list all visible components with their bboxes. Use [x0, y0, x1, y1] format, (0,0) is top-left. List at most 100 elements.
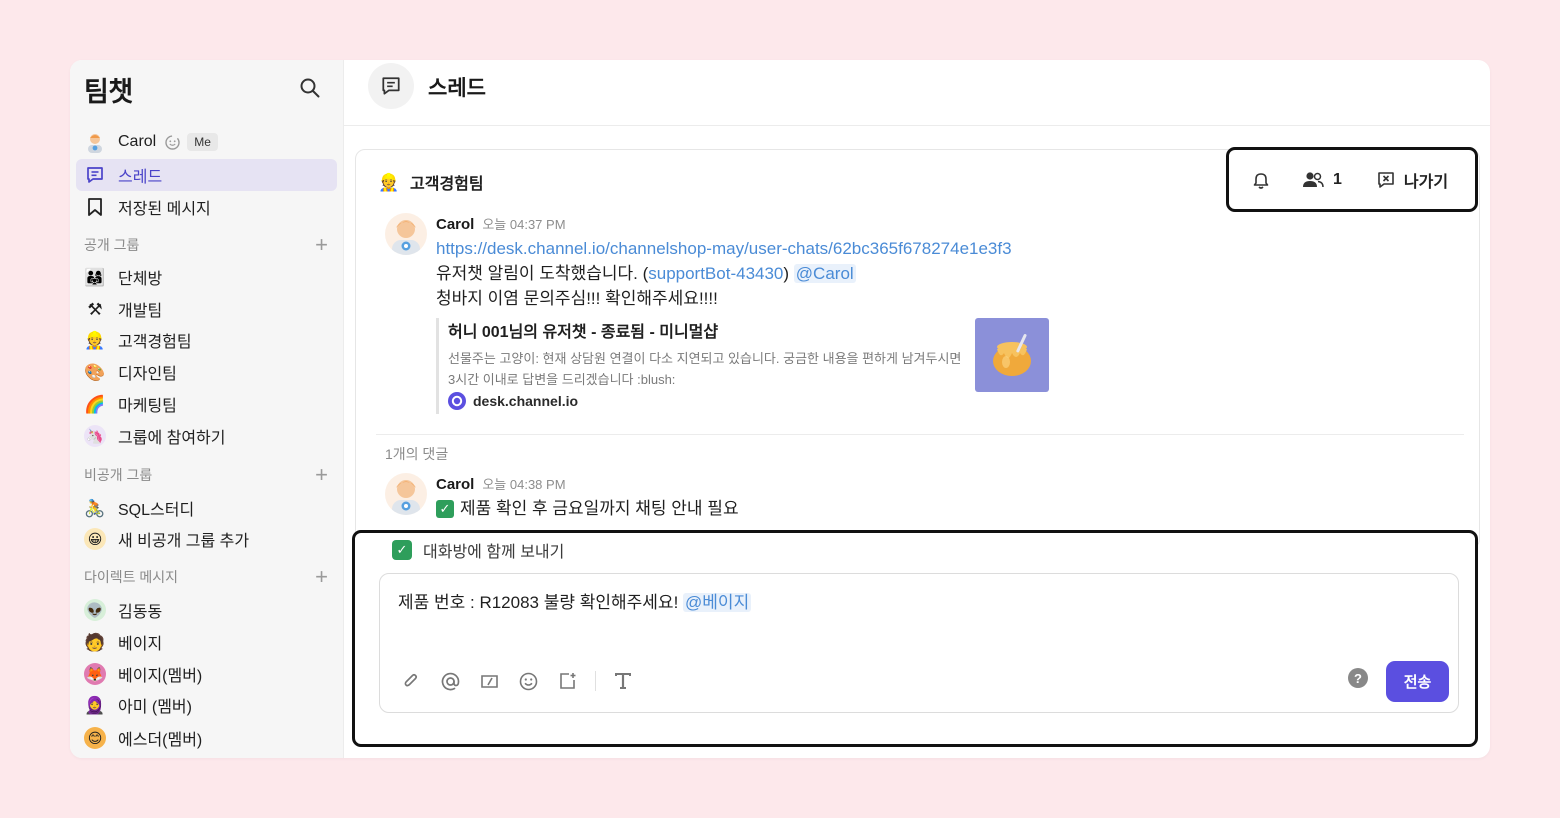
message-input-text[interactable]: 제품 번호 : R12083 불량 확인해주세요! @베이지 — [398, 588, 752, 613]
composer-toolbar — [400, 670, 651, 692]
sidebar-item-saved[interactable]: 저장된 메시지 — [76, 191, 337, 223]
sidebar-item-label: Carol — [118, 133, 157, 150]
link-preview[interactable]: 허니 001님의 유저챗 - 종료됨 - 미니멀샵 선물주는 고양이: 현재 상… — [436, 318, 1056, 414]
sidebar-item-thread[interactable]: 스레드 — [76, 159, 337, 191]
shortcut-icon[interactable] — [478, 670, 500, 692]
input-text: 제품 번호 : R12083 불량 확인해주세요! — [398, 593, 679, 612]
message-body-line: 유저챗 알림이 도착했습니다. (supportBot-43430) @Caro… — [436, 261, 856, 286]
add-private-group-icon[interactable]: + — [315, 464, 328, 486]
sidebar-item-dm[interactable]: 😊 에스더(멤버) — [76, 722, 337, 754]
also-send-label: 대화방에 함께 보내기 — [423, 544, 565, 561]
hammer-pick-icon: ⚒ — [87, 299, 103, 319]
alien-icon: 👽 — [84, 599, 106, 621]
thread-actions: 1 나가기 — [1226, 147, 1478, 212]
blush-icon: 😊 — [84, 727, 106, 749]
sidebar-item-label: 고객경험팀 — [118, 334, 192, 351]
reply-time: 오늘 04:38 PM — [482, 477, 566, 492]
leave-icon — [1376, 170, 1396, 190]
message-input[interactable]: 제품 번호 : R12083 불량 확인해주세요! @베이지 ? 전송 — [379, 573, 1459, 713]
message-author[interactable]: Carol — [436, 216, 474, 233]
section-label: 다이렉트 메시지 — [84, 569, 179, 585]
palette-icon: 🎨 — [84, 362, 106, 382]
toolbar-divider — [595, 671, 596, 691]
message-body-line: 청바지 이염 문의주심!!! 확인해주세요!!!! — [436, 289, 718, 308]
sidebar-item-dm[interactable]: 🧕 아미 (멤버) — [76, 689, 337, 721]
member-count: 1 — [1333, 170, 1342, 188]
bot-link[interactable]: supportBot-43430 — [648, 264, 783, 283]
sidebar-item-label: 김동동 — [118, 604, 163, 621]
sidebar-item-label: 그룹에 참여하기 — [118, 430, 226, 447]
message-link-line: https://desk.channel.io/channelshop-may/… — [436, 236, 1012, 261]
thread-icon — [368, 63, 414, 109]
private-groups-header: 비공개 그룹 + — [84, 464, 328, 486]
reply-author[interactable]: Carol — [436, 476, 474, 493]
bell-icon[interactable] — [1251, 170, 1271, 190]
add-public-group-icon[interactable]: + — [315, 234, 328, 256]
checkbox-checked-icon[interactable]: ✓ — [392, 540, 412, 560]
direct-messages-header: 다이렉트 메시지 + — [84, 566, 328, 588]
sidebar-item-group-cx[interactable]: 👷 고객경험팀 — [76, 324, 337, 356]
sidebar-item-dm[interactable]: 🧑 베이지 — [76, 626, 337, 658]
avatar[interactable] — [385, 213, 427, 255]
mention-icon[interactable] — [439, 670, 461, 692]
message-meta: Carol 오늘 04:37 PM — [436, 214, 566, 233]
sidebar-item-join-group[interactable]: 🦄 그룹에 참여하기 — [76, 420, 337, 452]
message-link[interactable]: https://desk.channel.io/channelshop-may/… — [436, 239, 1012, 258]
sidebar-item-label: 마케팅팀 — [118, 398, 177, 415]
sidebar-item-label: 베이지 — [118, 636, 163, 653]
family-emoji-icon: 👨‍👩‍👧 — [84, 267, 106, 287]
members-button[interactable]: 1 — [1301, 170, 1342, 190]
sidebar-item-label: 에스더(멤버) — [118, 732, 203, 749]
sidebar-item-add-private-group[interactable]: 😀 새 비공개 그룹 추가 — [76, 523, 337, 555]
honey-pot-image — [975, 318, 1049, 392]
worker-emoji-icon: 👷 — [378, 172, 400, 192]
thread-group-name: 고객경험팀 — [410, 176, 484, 193]
sidebar-item-dm[interactable]: 🦊 베이지(멤버) — [76, 658, 337, 690]
sidebar-item-label: 저장된 메시지 — [118, 201, 211, 218]
add-app-icon[interactable] — [556, 670, 578, 692]
me-badge: Me — [187, 133, 218, 151]
status-icon[interactable] — [164, 134, 181, 151]
sidebar: 팀챗 Carol Me 스레드 저장된 메시지 — [70, 60, 344, 758]
sidebar-item-group-all[interactable]: 👨‍👩‍👧 단체방 — [76, 261, 337, 293]
person-moon-icon: 🧕 — [84, 695, 106, 715]
sidebar-item-sql-study[interactable]: 🚴 SQL스터디 — [76, 492, 337, 524]
sidebar-title: 팀챗 — [84, 77, 133, 107]
preview-title: 허니 001님의 유저챗 - 종료됨 - 미니멀샵 — [448, 324, 719, 341]
help-icon[interactable]: ? — [1348, 668, 1368, 688]
send-button[interactable]: 전송 — [1386, 661, 1449, 702]
message-time: 오늘 04:37 PM — [482, 217, 566, 232]
user-mention[interactable]: @Carol — [793, 264, 856, 283]
sidebar-item-dm[interactable]: 👽 김동동 — [76, 594, 337, 626]
sidebar-item-label: 단체방 — [118, 271, 163, 288]
message-text: 유저챗 알림이 도착했습니다. ( — [436, 264, 649, 283]
text-format-icon[interactable] — [612, 670, 634, 692]
leave-button[interactable]: 나가기 — [1376, 168, 1448, 192]
cyclist-lock-icon: 🚴 — [84, 498, 106, 518]
sidebar-item-label: 스레드 — [118, 169, 163, 186]
reply-body: ✓ 제품 확인 후 금요일까지 채팅 안내 필요 — [436, 496, 739, 521]
add-direct-message-icon[interactable]: + — [315, 566, 328, 588]
fox-icon: 🦊 — [84, 663, 106, 685]
reply-count: 1개의 댓글 — [385, 446, 449, 462]
also-send-toggle[interactable]: ✓ 대화방에 함께 보내기 — [392, 538, 564, 562]
user-mention[interactable]: @베이지 — [683, 593, 752, 612]
sidebar-item-label: 베이지(멤버) — [118, 668, 203, 685]
leave-label: 나가기 — [1403, 173, 1449, 191]
preview-site-label: desk.channel.io — [473, 393, 579, 409]
emoji-icon[interactable] — [517, 670, 539, 692]
preview-site: desk.channel.io — [448, 392, 1056, 410]
sidebar-item-label: 디자인팀 — [118, 366, 177, 383]
avatar[interactable] — [385, 473, 427, 515]
search-icon[interactable] — [298, 76, 322, 100]
reply-meta: Carol 오늘 04:38 PM — [436, 474, 566, 493]
sidebar-item-group-dev[interactable]: ⚒ 개발팀 — [76, 293, 337, 325]
sidebar-item-group-design[interactable]: 🎨 디자인팀 — [76, 356, 337, 388]
sidebar-item-group-marketing[interactable]: 🌈 마케팅팀 — [76, 388, 337, 420]
sidebar-item-me[interactable]: Carol Me — [76, 126, 337, 158]
thread-group-header[interactable]: 👷 고객경험팀 — [378, 170, 484, 194]
public-groups-header: 공개 그룹 + — [84, 234, 328, 256]
reply-composer: ✓ 대화방에 함께 보내기 제품 번호 : R12083 불량 확인해주세요! … — [352, 530, 1478, 747]
sidebar-item-label: 아미 (멤버) — [118, 699, 192, 716]
attach-icon[interactable] — [400, 670, 422, 692]
